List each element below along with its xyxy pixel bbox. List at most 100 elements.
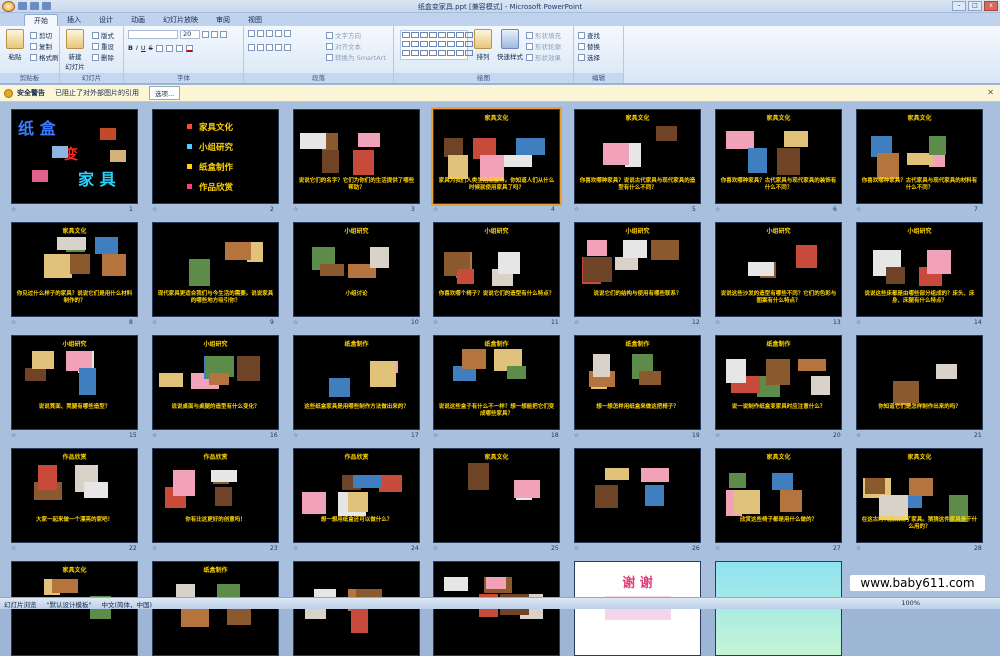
- furniture-picture: [57, 237, 86, 250]
- grow-font-icon[interactable]: [202, 31, 209, 38]
- furniture-picture: [189, 259, 210, 286]
- slide-caption: 现代家具更适合我们与今生活的需要。说说家具的哪些地方吸引你？: [157, 291, 274, 304]
- find-button[interactable]: 查找: [578, 30, 600, 40]
- slide-thumbnail[interactable]: [574, 448, 701, 543]
- slide-title: 纸盒制作: [344, 341, 369, 348]
- close-icon[interactable]: ✕: [987, 88, 994, 97]
- tab-slideshow[interactable]: 幻灯片放映: [154, 14, 207, 26]
- slide-thumbnail[interactable]: 作品欣赏 大家一起来做一个漂亮的家吧！: [11, 448, 138, 543]
- furniture-picture: [865, 478, 885, 494]
- maximize-button[interactable]: □: [968, 1, 982, 11]
- slide-thumbnail[interactable]: 你知道它们是怎样制作出来的吗？: [856, 335, 983, 430]
- slide-thumbnail[interactable]: 纸盒制作 这些纸盒家具是用哪些制作方法做出来的？: [293, 335, 420, 430]
- slide-thumbnail[interactable]: 纸盒制作 想一想怎样用纸盒来做这把椅子？: [574, 335, 701, 430]
- font-name-field[interactable]: [128, 30, 178, 39]
- smartart-button[interactable]: 转换为 SmartArt: [326, 52, 386, 62]
- underline-icon[interactable]: U: [141, 44, 146, 52]
- furniture-picture: [504, 155, 532, 167]
- clear-format-icon[interactable]: [220, 31, 227, 38]
- close-button[interactable]: x: [984, 1, 998, 11]
- shrink-font-icon[interactable]: [211, 31, 218, 38]
- paste-button[interactable]: 粘贴: [2, 29, 28, 61]
- layout-button[interactable]: 版式: [92, 30, 114, 40]
- slide-thumbnail[interactable]: 小组研究 你喜欢哪个椅子？说说它们的造型有什么特点？: [433, 222, 560, 317]
- align-right-icon[interactable]: [266, 44, 273, 51]
- slide-thumbnail[interactable]: 小组研究 说说这些床都是由哪些部分组成的？床头、床身、床腿有什么特点？: [856, 222, 983, 317]
- options-button[interactable]: 选项...: [149, 86, 181, 100]
- copy-icon: [30, 42, 37, 50]
- slide-thumbnail[interactable]: 家具文化 你喜欢哪种家具？说说古代家具与现代家具的造型有什么不同？: [574, 109, 701, 204]
- replace-button[interactable]: 替换: [578, 41, 600, 51]
- shape-fill-button[interactable]: 形状填充: [526, 30, 561, 40]
- shape-effects-button[interactable]: 形状效果: [526, 52, 561, 62]
- bullets-icon[interactable]: [248, 30, 255, 37]
- spacing-icon[interactable]: [165, 44, 173, 52]
- slide-thumbnail[interactable]: 家具文化 在这古时代就出现了家具。猜猜这件家具是干什么用的？: [856, 448, 983, 543]
- slide-thumbnail[interactable]: 小组研究 说说桌面与桌腿的造型有什么变化？: [152, 335, 279, 430]
- slide-thumbnail[interactable]: 家具文化: [433, 448, 560, 543]
- slide-thumbnail[interactable]: 作品欣赏 想一想用纸盒还可以做什么？: [293, 448, 420, 543]
- delete-button[interactable]: 删除: [92, 52, 114, 62]
- align-text-button[interactable]: 对齐文本: [326, 41, 361, 51]
- copy-button[interactable]: 复制: [30, 41, 52, 51]
- slide-thumbnail[interactable]: 家具文化 你见过什么样子的家具？说说它们是用什么材料制作的？: [11, 222, 138, 317]
- slide-thumbnail[interactable]: 小组研究 小组讨论: [293, 222, 420, 317]
- bold-icon[interactable]: B: [128, 44, 133, 52]
- new-slide-button[interactable]: 新建 幻灯片: [62, 29, 88, 71]
- zoom-level[interactable]: 100%: [901, 599, 920, 607]
- font-size-field[interactable]: 20: [180, 30, 200, 39]
- select-button[interactable]: 选择: [578, 52, 600, 62]
- shape-outline-button[interactable]: 形状轮廓: [526, 41, 561, 51]
- slide-thumbnail[interactable]: 纸盒制作 说说这些盒子有什么不一样？想一想能把它们变成哪些家具？: [433, 335, 560, 430]
- slide-thumbnail[interactable]: 纸 盒变家 具: [11, 109, 138, 204]
- align-center-icon[interactable]: [257, 44, 264, 51]
- slide-thumbnail[interactable]: 家具文化 家具为我们人类生活而服务。你知道人们从什么时候就使用家具了吗？: [431, 107, 562, 206]
- reset-button[interactable]: 重设: [92, 41, 114, 51]
- slide-thumbnail[interactable]: 纸盒制作 说一说制作纸盒变家具时应注意什么？: [715, 335, 842, 430]
- furniture-picture: [102, 254, 126, 276]
- increase-indent-icon[interactable]: [275, 30, 282, 37]
- decrease-indent-icon[interactable]: [266, 30, 273, 37]
- transition-icon: ☆: [715, 206, 721, 213]
- slide-number: 1: [129, 206, 133, 213]
- slide-thumbnail[interactable]: 小组研究 说说它们的结构与使用有哪些联系？: [574, 222, 701, 317]
- slide-thumbnail[interactable]: 小组研究 说说这些沙发的造型有哪些不同？它们的色彩与图案有什么特点？: [715, 222, 842, 317]
- line-spacing-icon[interactable]: [284, 30, 291, 37]
- furniture-picture: [448, 155, 468, 179]
- quick-styles-button[interactable]: 快速样式: [496, 29, 524, 61]
- slide-thumbnail[interactable]: 说说它们的名字？它们为你们的生活提供了哪些帮助？: [293, 109, 420, 204]
- slide-title: 家具文化: [484, 115, 509, 122]
- menu-bullet-icon: [187, 184, 192, 189]
- case-icon[interactable]: [175, 44, 183, 52]
- slide-caption: 说说这些沙发的造型有哪些不同？它们的色彩与图案有什么特点？: [720, 291, 837, 304]
- shadow-icon[interactable]: [155, 44, 163, 52]
- slide-thumbnail[interactable]: 家具文化 欣赏这些椅子都是用什么做的？: [715, 448, 842, 543]
- tab-animations[interactable]: 动画: [122, 14, 154, 26]
- columns-icon[interactable]: [284, 44, 291, 51]
- align-left-icon[interactable]: [248, 44, 255, 51]
- transition-icon: ☆: [574, 432, 580, 439]
- format-painter-button[interactable]: 格式刷: [30, 52, 59, 62]
- slide-thumbnail[interactable]: 家具文化 小组研究 纸盒制作 作品欣赏: [152, 109, 279, 204]
- strike-icon[interactable]: S: [149, 44, 153, 52]
- cut-button[interactable]: 剪切: [30, 30, 52, 40]
- minimize-button[interactable]: –: [952, 1, 966, 11]
- tab-insert[interactable]: 插入: [58, 14, 90, 26]
- slide-thumbnail[interactable]: 家具文化 你喜欢哪种家具？古代家具与现代家具的装饰有什么不同？: [715, 109, 842, 204]
- slide-thumbnail[interactable]: 家具文化 你喜欢哪种家具？古代家具与现代家具的材料有什么不同？: [856, 109, 983, 204]
- numbering-icon[interactable]: [257, 30, 264, 37]
- text-direction-button[interactable]: 文字方向: [326, 30, 361, 40]
- title-bar: 纸盒变家具.ppt [兼容模式] - Microsoft PowerPoint …: [0, 0, 1000, 13]
- tab-review[interactable]: 审阅: [207, 14, 239, 26]
- tab-design[interactable]: 设计: [90, 14, 122, 26]
- tab-home[interactable]: 开始: [24, 14, 58, 26]
- italic-icon[interactable]: I: [136, 44, 138, 52]
- tab-view[interactable]: 视图: [239, 14, 271, 26]
- shapes-gallery[interactable]: [400, 30, 473, 60]
- slide-thumbnail[interactable]: 现代家具更适合我们与今生活的需要。说说家具的哪些地方吸引你？: [152, 222, 279, 317]
- slide-thumbnail[interactable]: 小组研究 说说凳面、凳腿有哪些造型？: [11, 335, 138, 430]
- arrange-button[interactable]: 排列: [470, 29, 496, 61]
- font-color-icon[interactable]: [185, 44, 193, 52]
- slide-thumbnail[interactable]: 作品欣赏 你有比这更好的创意吗！: [152, 448, 279, 543]
- justify-icon[interactable]: [275, 44, 282, 51]
